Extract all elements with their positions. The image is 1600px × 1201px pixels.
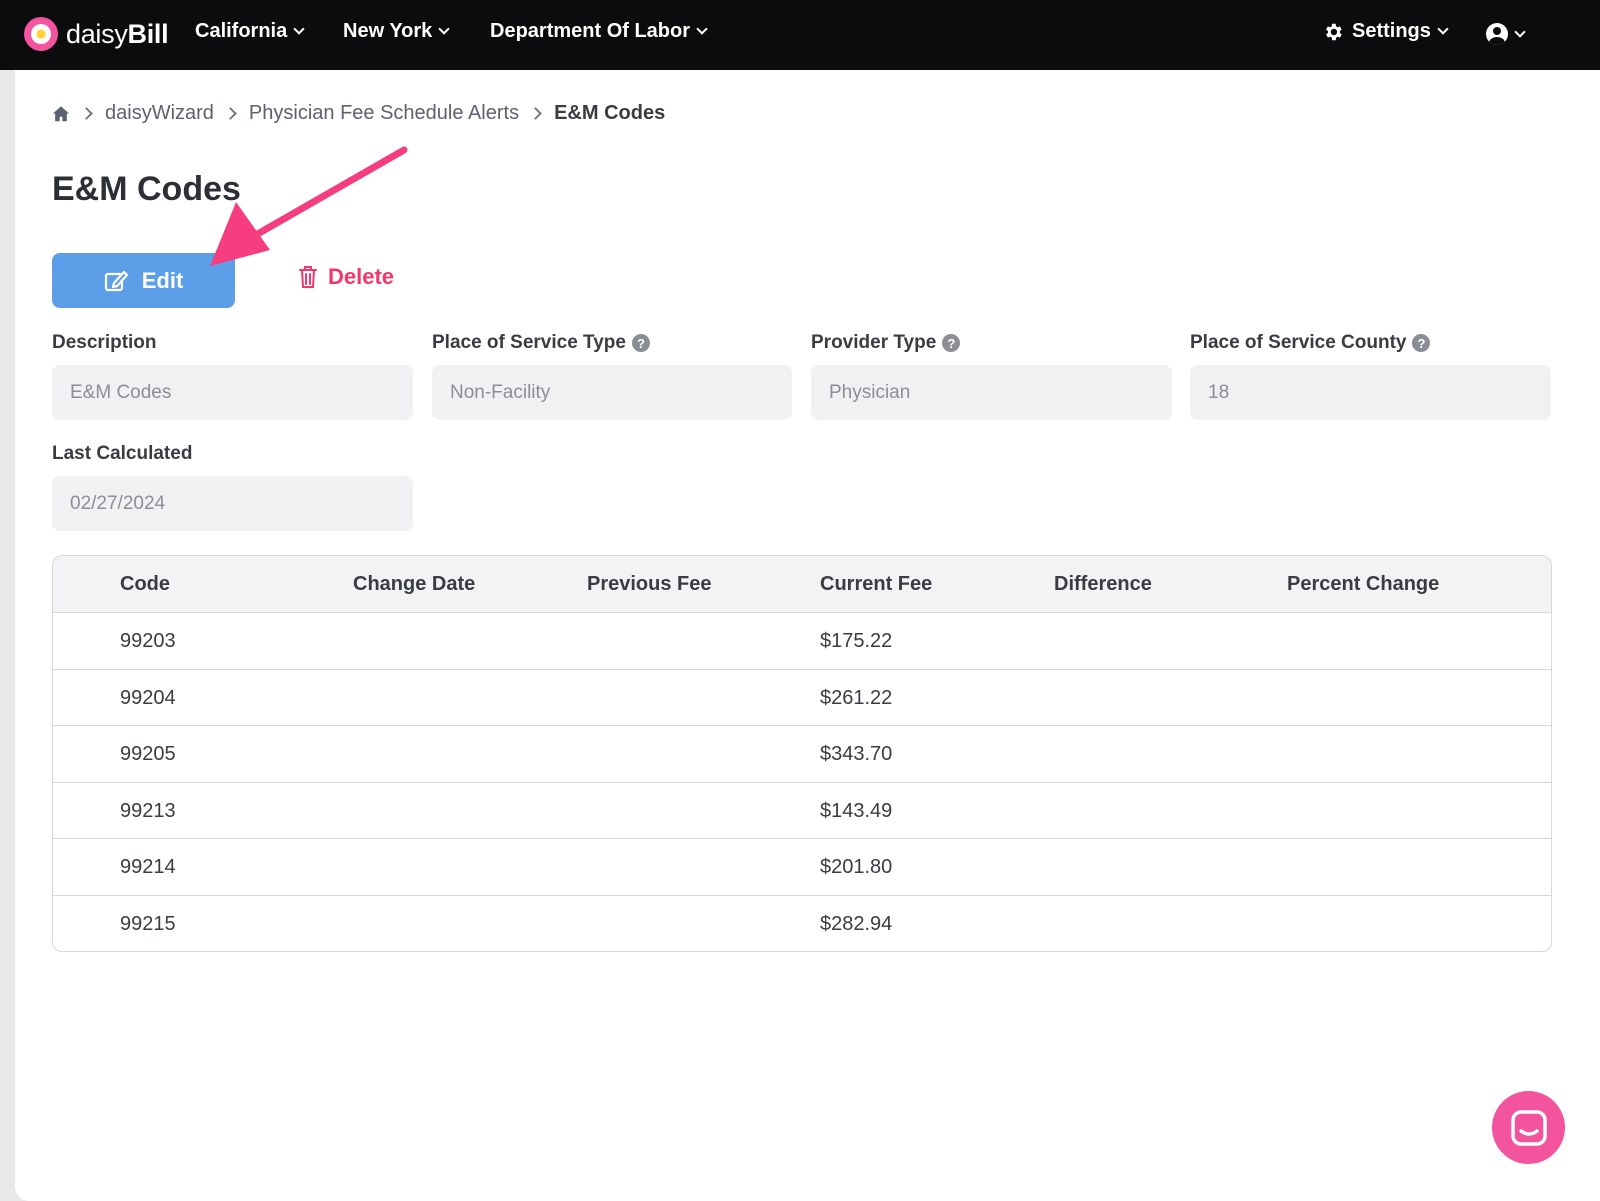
brand-name-bold: Bill [127,18,169,49]
nav-user-menu[interactable] [1486,23,1526,45]
cell-current-fee: $143.49 [820,799,893,822]
question-circle-icon[interactable]: ? [942,334,961,352]
place-of-service-county-value: 18 [1208,381,1230,403]
daisybill-logo[interactable]: daisyBill [24,17,169,51]
column-header-percent-change[interactable]: Percent Change [1287,573,1439,596]
user-circle-icon [1486,23,1508,45]
nav-california[interactable]: California [195,20,305,43]
table-row: 99213 $143.49 [53,783,1551,839]
place-of-service-type-label: Place of Service Type ? [432,332,650,354]
cell-current-fee: $175.22 [820,630,893,652]
cell-current-fee: $261.22 [820,686,893,709]
cell-current-fee: $343.70 [820,743,893,765]
description-value: E&M Codes [70,381,172,403]
provider-type-value: Physician [829,381,911,403]
cell-current-fee: $282.94 [820,912,893,935]
cell-current-fee: $201.80 [820,856,893,878]
fee-table: Code Change Date Previous Fee Current Fe… [52,555,1552,952]
description-label: Description [52,332,157,354]
gear-icon [1326,23,1342,40]
column-header-difference[interactable]: Difference [1054,573,1152,596]
provider-type-label: Provider Type ? [811,332,961,354]
table-row: 99215 $282.94 [53,896,1551,952]
cell-code: 99213 [120,799,176,822]
description-field[interactable]: E&M Codes [52,365,413,420]
cell-code: 99203 [120,630,176,652]
provider-type-field[interactable]: Physician [811,365,1172,420]
last-calculated-label-text: Last Calculated [52,443,193,464]
place-of-service-county-field[interactable]: 18 [1190,365,1551,420]
place-of-service-type-field[interactable]: Non-Facility [432,365,792,420]
top-nav-bar: daisyBill California New York Department… [0,0,1600,70]
breadcrumb: daisyWizard Physician Fee Schedule Alert… [52,102,665,125]
edit-icon [104,270,128,291]
table-row: 99214 $201.80 [53,839,1551,896]
last-calculated-value: 02/27/2024 [70,492,166,514]
cell-code: 99214 [120,856,176,878]
description-label-text: Description [52,332,157,353]
chevron-down-icon [1437,23,1449,35]
provider-type-label-text: Provider Type [811,332,937,353]
nav-california-label: California [195,20,288,42]
chevron-down-icon [293,23,305,35]
chat-icon [1510,1109,1547,1146]
question-circle-icon[interactable]: ? [631,334,650,352]
column-header-code[interactable]: Code [120,573,170,596]
column-header-change-date[interactable]: Change Date [353,573,475,596]
cell-code: 99205 [120,743,176,765]
chat-launcher-button[interactable] [1492,1091,1565,1164]
breadcrumb-current: E&M Codes [554,102,666,124]
home-icon[interactable] [52,105,70,123]
nav-settings[interactable]: Settings [1322,20,1449,43]
table-row: 99203 $175.22 [53,613,1551,670]
nav-new-york-label: New York [343,20,433,42]
annotation-arrow [210,146,408,266]
chevron-down-icon [1514,25,1526,38]
breadcrumb-physician-fee-schedule-alerts[interactable]: Physician Fee Schedule Alerts [249,102,519,125]
chevron-right-icon [224,107,237,120]
daisy-flower-icon [24,17,58,51]
breadcrumb-daisywizard[interactable]: daisyWizard [105,102,214,125]
place-of-service-type-label-text: Place of Service Type [432,332,626,353]
table-row: 99205 $343.70 [53,726,1551,783]
chevron-down-icon [438,23,450,35]
cell-code: 99204 [120,686,176,709]
chevron-down-icon [696,23,708,35]
nav-new-york[interactable]: New York [343,20,450,43]
chevron-right-icon [80,107,93,120]
question-circle-icon[interactable]: ? [1412,334,1431,352]
nav-department-of-labor-label: Department Of Labor [490,20,691,42]
column-header-current-fee[interactable]: Current Fee [820,573,932,596]
table-row: 99204 $261.22 [53,670,1551,726]
brand-name-light: daisy [66,18,128,49]
place-of-service-county-label-text: Place of Service County [1190,332,1407,353]
chevron-right-icon [529,107,542,120]
nav-department-of-labor[interactable]: Department Of Labor [490,20,708,43]
edit-button-label: Edit [141,267,184,293]
nav-settings-label: Settings [1352,20,1431,42]
place-of-service-county-label: Place of Service County ? [1190,332,1431,354]
column-header-previous-fee[interactable]: Previous Fee [587,573,712,596]
last-calculated-label: Last Calculated [52,443,192,465]
cell-code: 99215 [120,912,176,935]
last-calculated-field[interactable]: 02/27/2024 [52,476,413,531]
table-header-row: Code Change Date Previous Fee Current Fe… [53,556,1551,613]
place-of-service-type-value: Non-Facility [450,381,551,403]
